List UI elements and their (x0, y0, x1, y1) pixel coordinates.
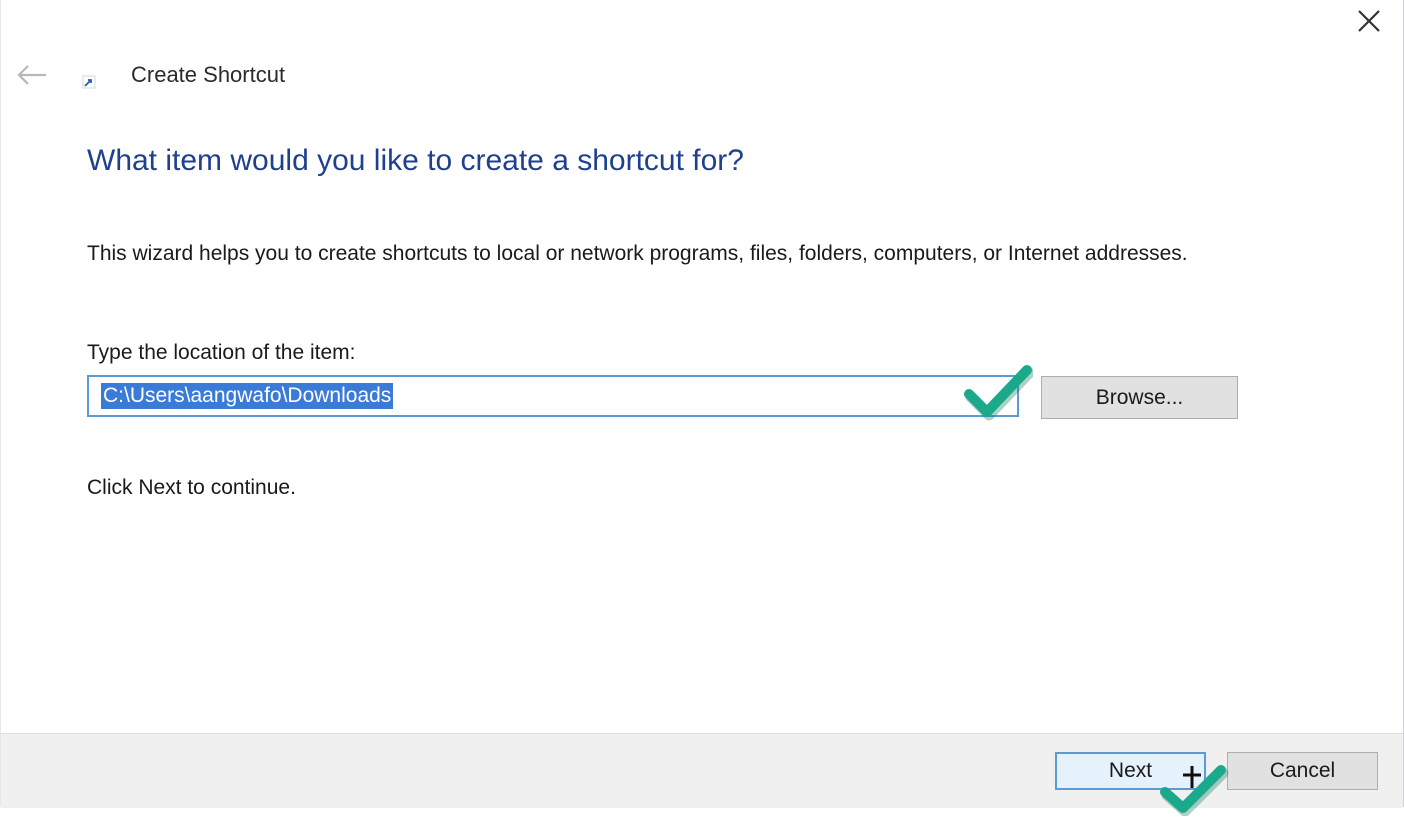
shortcut-icon (82, 75, 96, 89)
close-button[interactable] (1341, 0, 1397, 42)
checkmark-icon (964, 365, 1033, 421)
back-button[interactable] (11, 56, 53, 94)
browse-button[interactable]: Browse... (1041, 376, 1238, 419)
wizard-description: This wizard helps you to create shortcut… (87, 242, 1188, 265)
continue-hint: Click Next to continue. (87, 476, 296, 499)
location-input-value: C:\Users\aangwafo\Downloads (101, 383, 394, 409)
checkmark-icon (1160, 765, 1229, 816)
location-label: Type the location of the item: (87, 341, 356, 364)
cancel-button[interactable]: Cancel (1227, 752, 1378, 790)
location-input[interactable]: C:\Users\aangwafo\Downloads (87, 375, 1019, 417)
window-title: Create Shortcut (131, 62, 286, 87)
back-arrow-icon (17, 65, 46, 85)
create-shortcut-window: Create Shortcut What item would you like… (0, 0, 1404, 816)
page-heading: What item would you like to create a sho… (87, 144, 744, 177)
close-icon (1358, 10, 1380, 32)
